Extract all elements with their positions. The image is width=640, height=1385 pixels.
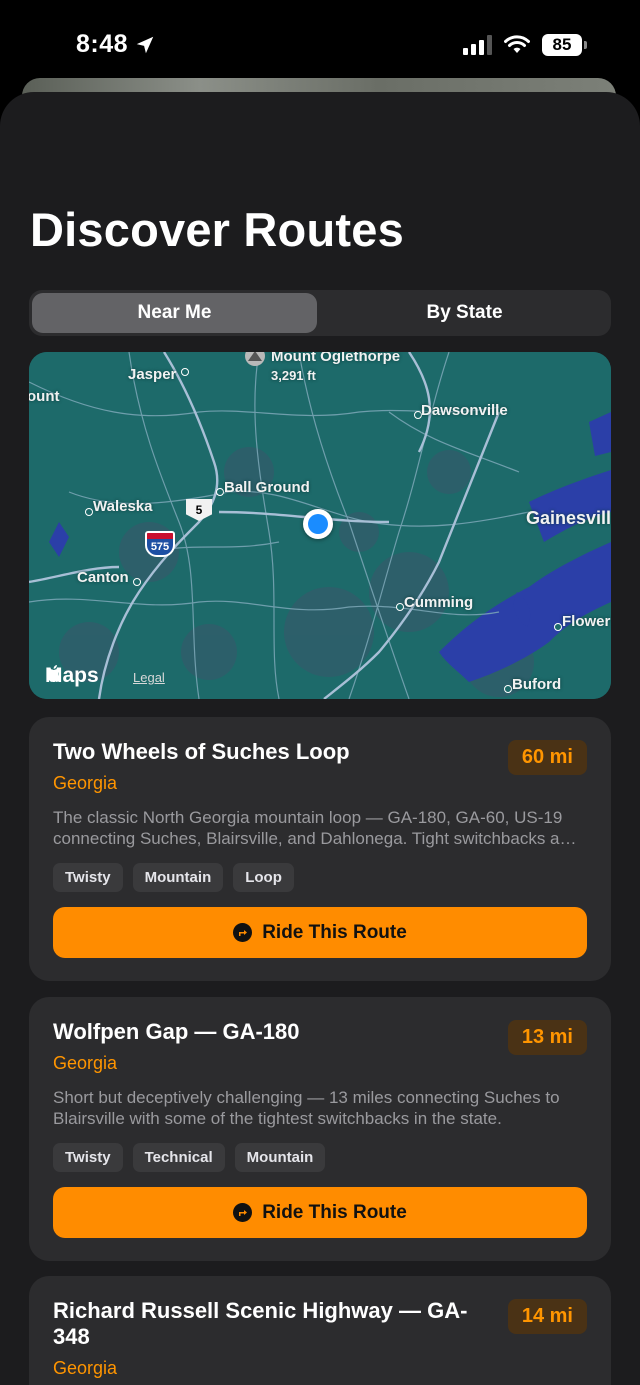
map-dot-cumming	[396, 603, 404, 611]
ride-this-route-button[interactable]: Ride This Route	[53, 907, 587, 958]
map-label-peak: Mount Oglethorpe	[271, 352, 401, 365]
route-name: Two Wheels of Suches Loop	[53, 739, 350, 764]
map-label-waleska: Waleska	[93, 498, 153, 515]
mountain-peak-icon	[245, 352, 265, 366]
ride-button-label: Ride This Route	[262, 1201, 407, 1223]
route-distance-badge: 14 mi	[507, 1299, 587, 1334]
route-tag: Mountain	[132, 863, 224, 892]
route-tag: Technical	[132, 1143, 225, 1172]
route-tag: Twisty	[53, 1143, 123, 1172]
wifi-icon	[504, 35, 530, 53]
ride-this-route-button[interactable]: Ride This Route	[53, 1187, 587, 1238]
map-label-dawsonville: Dawsonville	[421, 402, 508, 419]
route-description: Short but deceptively challenging — 13 m…	[53, 1088, 560, 1128]
route-tags: Twisty Mountain Loop	[53, 863, 294, 892]
battery-icon: 85	[542, 34, 587, 56]
interstate-shield-label: 575	[150, 541, 170, 553]
route-tag: Loop	[233, 863, 294, 892]
route-state: Georgia	[53, 1053, 118, 1073]
route-tag: Mountain	[234, 1143, 326, 1172]
map-label-peak-elevation: 3,291 ft	[271, 368, 316, 383]
route-card[interactable]: Two Wheels of Suches Loop 60 mi Georgia …	[29, 717, 611, 981]
discover-sheet: Discover Routes Near Me By State Mount O…	[0, 92, 640, 1385]
apple-maps-logo: Maps	[45, 664, 99, 688]
map-dot-jasper	[181, 368, 189, 376]
map-dot-waleska	[85, 508, 93, 516]
highway-shield-label: 5	[195, 503, 203, 517]
route-state: Georgia	[53, 773, 118, 793]
segment-near-me-label: Near Me	[137, 302, 212, 323]
route-state: Georgia	[53, 1358, 118, 1378]
map-dot-ball-ground	[216, 488, 224, 496]
legal-link[interactable]: Legal	[133, 670, 165, 685]
route-description: The classic North Georgia mountain loop …	[53, 808, 579, 848]
status-indicators: 85	[463, 34, 587, 56]
map-label-ball-ground: Ball Ground	[224, 479, 310, 496]
interstate-shield-icon: 575	[145, 531, 175, 557]
map-label-buford: Buford	[512, 676, 562, 693]
map-label-canton: Canton	[77, 569, 129, 586]
segmented-control: Near Me By State	[29, 290, 611, 336]
map-label-cumming: Cumming	[404, 594, 474, 611]
route-name: Wolfpen Gap — GA-180	[53, 1019, 300, 1044]
route-card[interactable]: Richard Russell Scenic Highway — GA-348 …	[29, 1276, 611, 1385]
route-distance-badge: 60 mi	[507, 740, 587, 775]
apple-logo-icon	[47, 665, 61, 682]
route-tag: Twisty	[53, 863, 123, 892]
route-card[interactable]: Wolfpen Gap — GA-180 13 mi Georgia Short…	[29, 997, 611, 1261]
user-location-icon	[303, 509, 333, 539]
cellular-signal-icon	[463, 35, 492, 55]
map-dot-flowery	[554, 623, 562, 631]
route-name: Richard Russell Scenic Highway — GA-348	[53, 1298, 468, 1349]
map-dot-buford	[504, 685, 512, 693]
segment-by-state[interactable]: By State	[322, 293, 607, 333]
map-dot-canton	[133, 578, 141, 586]
map-label-flowery: Flower	[562, 613, 611, 630]
status-time: 8:48	[76, 30, 156, 59]
turn-arrow-icon	[233, 923, 253, 942]
map-label-mount: ount	[29, 388, 60, 405]
turn-arrow-icon	[233, 1203, 253, 1222]
ride-button-label: Ride This Route	[262, 921, 407, 943]
route-tags: Twisty Technical Mountain	[53, 1143, 326, 1172]
route-map[interactable]: Mount Oglethorpe 3,291 ft Jasper ount Da…	[29, 352, 611, 699]
route-distance-badge: 13 mi	[507, 1020, 587, 1055]
status-bar: 8:48 85	[0, 0, 640, 90]
map-label-jasper: Jasper	[128, 366, 177, 383]
segment-by-state-label: By State	[426, 302, 503, 323]
battery-level: 85	[552, 35, 572, 54]
location-arrow-icon	[136, 36, 154, 53]
segment-near-me[interactable]: Near Me	[32, 293, 317, 333]
status-time-text: 8:48	[76, 30, 129, 58]
map-label-gainesville: Gainesvill	[526, 508, 611, 528]
page-title: Discover Routes	[30, 203, 404, 256]
